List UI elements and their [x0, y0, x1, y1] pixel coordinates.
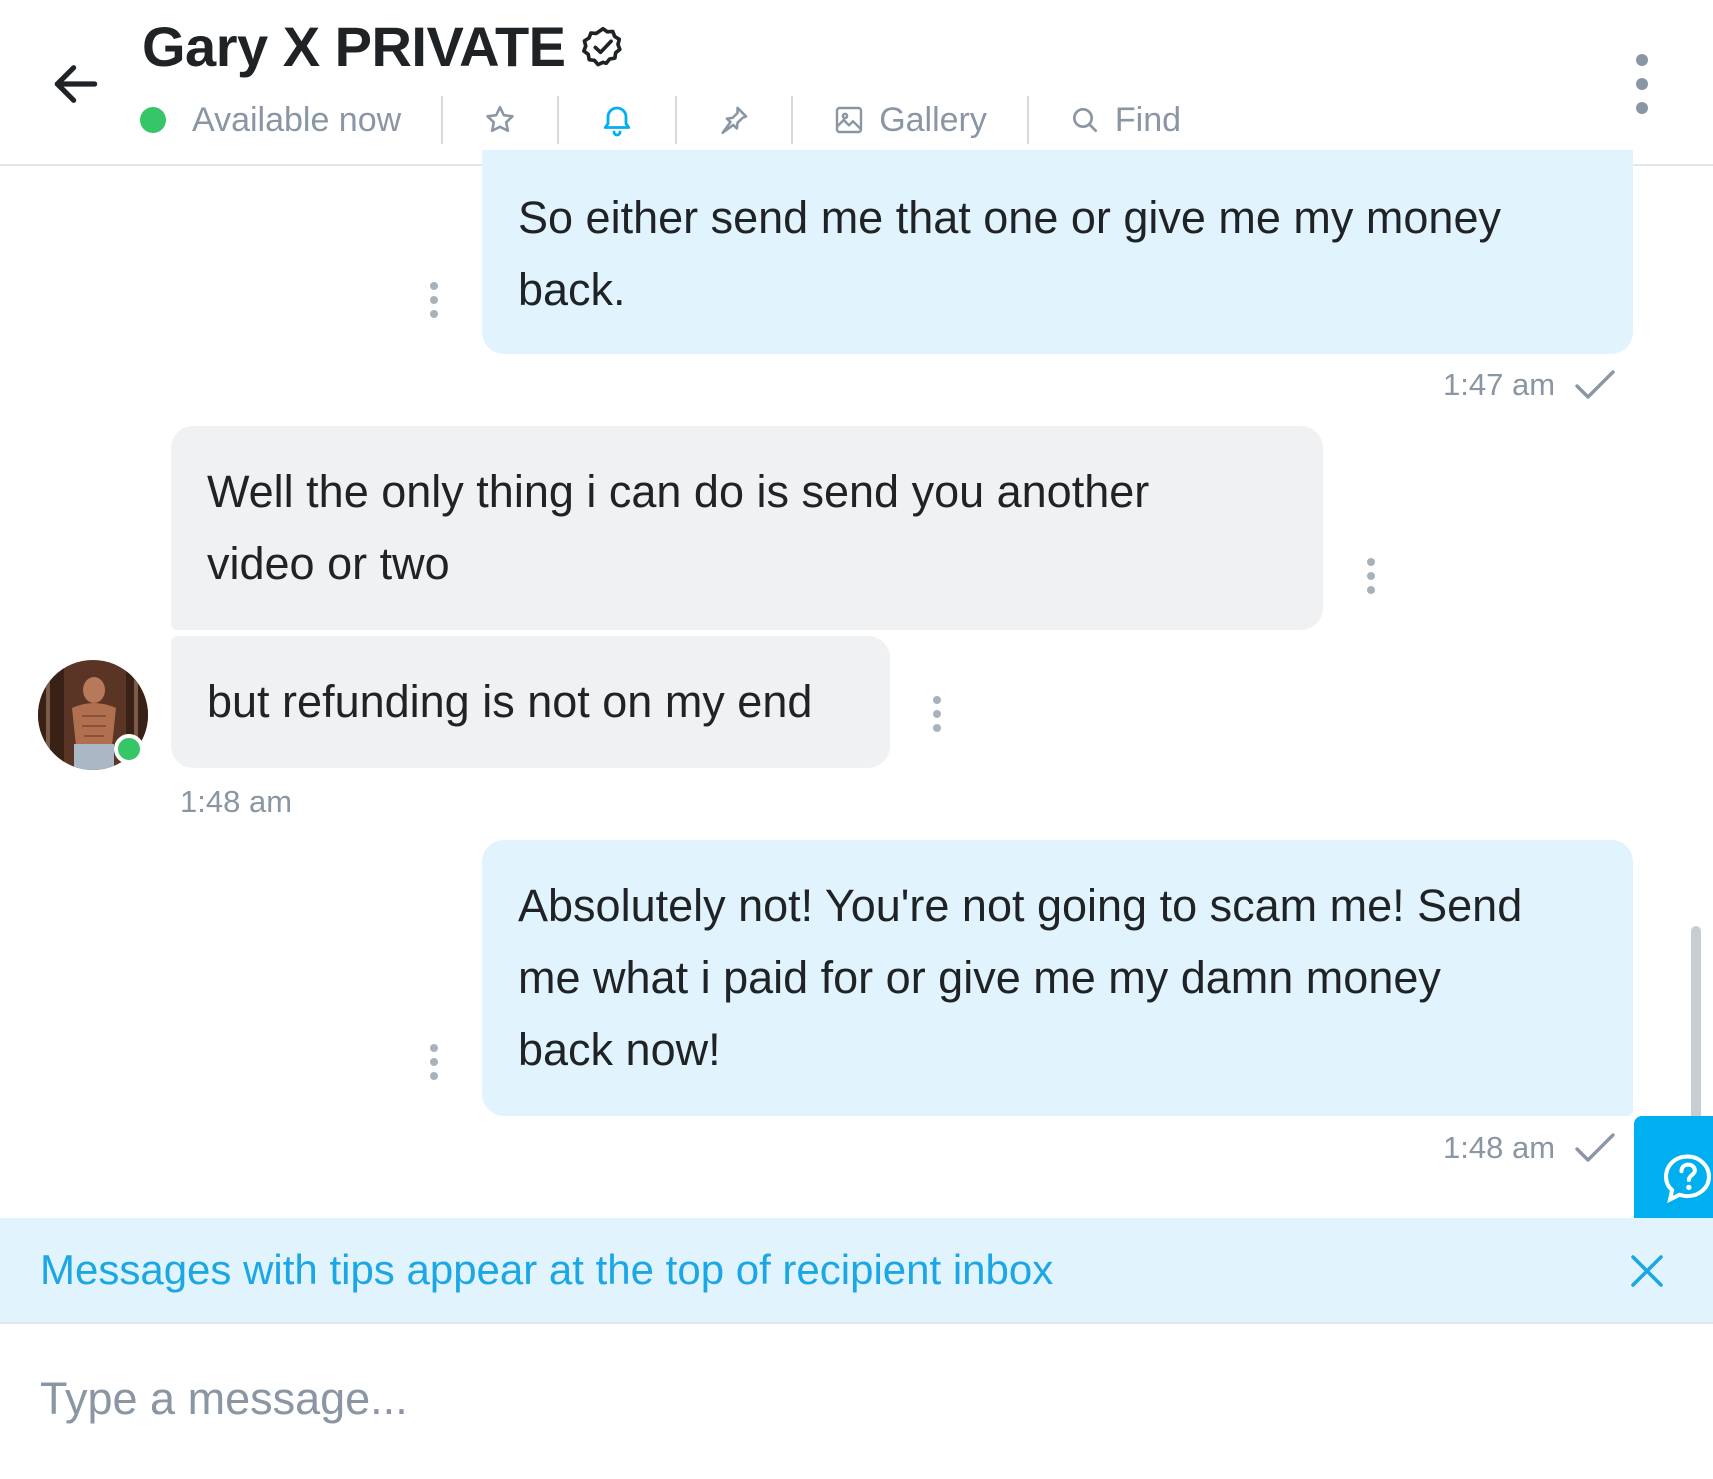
verified-icon — [580, 24, 626, 70]
find-label: Find — [1114, 100, 1182, 139]
message-time: 1:47 am — [1443, 367, 1617, 403]
message-text-line: Absolutely not! You're not going to scam… — [518, 880, 1523, 931]
divider — [675, 96, 678, 144]
more-vertical-icon-dot — [1367, 558, 1375, 566]
tips-info-banner: Messages with tips appear at the top of … — [0, 1218, 1713, 1322]
message-bubble-outgoing[interactable]: So either send me that one or give me my… — [482, 150, 1633, 354]
banner-close-button[interactable] — [1628, 1252, 1666, 1290]
more-vertical-icon-dot — [430, 1044, 438, 1052]
message-text-line: but refunding is not on my end — [207, 676, 813, 727]
divider — [557, 96, 560, 144]
more-vertical-icon-dot — [1367, 586, 1375, 594]
star-icon — [486, 105, 514, 133]
divider — [441, 96, 444, 144]
back-arrow-icon — [54, 65, 98, 103]
message-text-line: back now! — [518, 1024, 721, 1075]
notifications-button[interactable] — [599, 102, 635, 138]
message-text-line: So either send me that one or give me my… — [518, 192, 1501, 243]
time-text: 1:47 am — [1443, 367, 1556, 402]
help-icon — [1664, 1154, 1711, 1204]
message-options-button[interactable] — [1363, 558, 1379, 594]
more-vertical-icon-dot — [430, 1058, 438, 1066]
more-vertical-icon-dot — [430, 310, 438, 318]
find-button[interactable]: Find — [1069, 101, 1181, 140]
gallery-button[interactable]: Gallery — [833, 101, 987, 140]
banner-text: Messages with tips appear at the top of … — [40, 1246, 1054, 1293]
chat-header: Gary X PRIVATE Available now Gallery Fin… — [0, 0, 1713, 166]
divider — [1026, 96, 1029, 144]
check-icon — [1575, 1133, 1615, 1162]
check-icon — [1575, 370, 1615, 399]
message-bubble-incoming[interactable]: but refunding is not on my end — [171, 636, 890, 768]
more-vertical-icon-dot — [933, 724, 941, 732]
title-row: Gary X PRIVATE — [142, 14, 626, 79]
gallery-label: Gallery — [879, 100, 987, 139]
back-button[interactable] — [44, 52, 108, 116]
more-vertical-icon-dot — [430, 296, 438, 304]
message-text-line: Well the only thing i can do is send you… — [207, 466, 1150, 517]
time-text: 1:48 am — [180, 784, 293, 819]
more-vertical-icon-dot — [933, 696, 941, 704]
message-text-line: back. — [518, 264, 626, 315]
time-text: 1:48 am — [1443, 1130, 1556, 1165]
more-vertical-icon-dot — [430, 282, 438, 290]
message-options-button[interactable] — [929, 696, 945, 732]
divider — [791, 96, 794, 144]
bell-icon — [604, 106, 631, 137]
message-bubble-incoming[interactable]: Well the only thing i can do is send you… — [171, 426, 1323, 630]
more-vertical-icon-dot — [1636, 78, 1648, 90]
chat-title[interactable]: Gary X PRIVATE — [142, 14, 566, 79]
header-toolbar: Available now Gallery Find — [140, 90, 1181, 150]
more-options-button[interactable] — [1624, 54, 1660, 114]
pin-button[interactable] — [717, 103, 751, 137]
more-vertical-icon — [1636, 54, 1648, 66]
scrollbar[interactable] — [1691, 926, 1701, 1126]
message-input[interactable] — [40, 1364, 1640, 1434]
pin-icon — [721, 106, 748, 135]
more-vertical-icon-dot — [933, 710, 941, 718]
more-vertical-icon-dot — [430, 1072, 438, 1080]
message-time: 1:48 am — [180, 784, 292, 820]
more-vertical-icon-dot — [1636, 102, 1648, 114]
online-status-dot — [114, 734, 144, 764]
message-options-button[interactable] — [426, 282, 442, 318]
close-icon — [1631, 1255, 1663, 1287]
message-options-button[interactable] — [426, 1044, 442, 1080]
online-status-dot — [140, 107, 166, 133]
search-icon — [1072, 108, 1097, 132]
favorite-button[interactable] — [483, 103, 517, 137]
message-composer — [0, 1324, 1713, 1479]
message-text-line: me what i paid for or give me my damn mo… — [518, 952, 1441, 1003]
gallery-icon — [835, 106, 863, 134]
message-text-line: video or two — [207, 538, 450, 589]
more-vertical-icon-dot — [1367, 572, 1375, 580]
status-text: Available now — [192, 100, 402, 139]
message-bubble-outgoing[interactable]: Absolutely not! You're not going to scam… — [482, 840, 1633, 1116]
message-time: 1:48 am — [1443, 1130, 1617, 1166]
